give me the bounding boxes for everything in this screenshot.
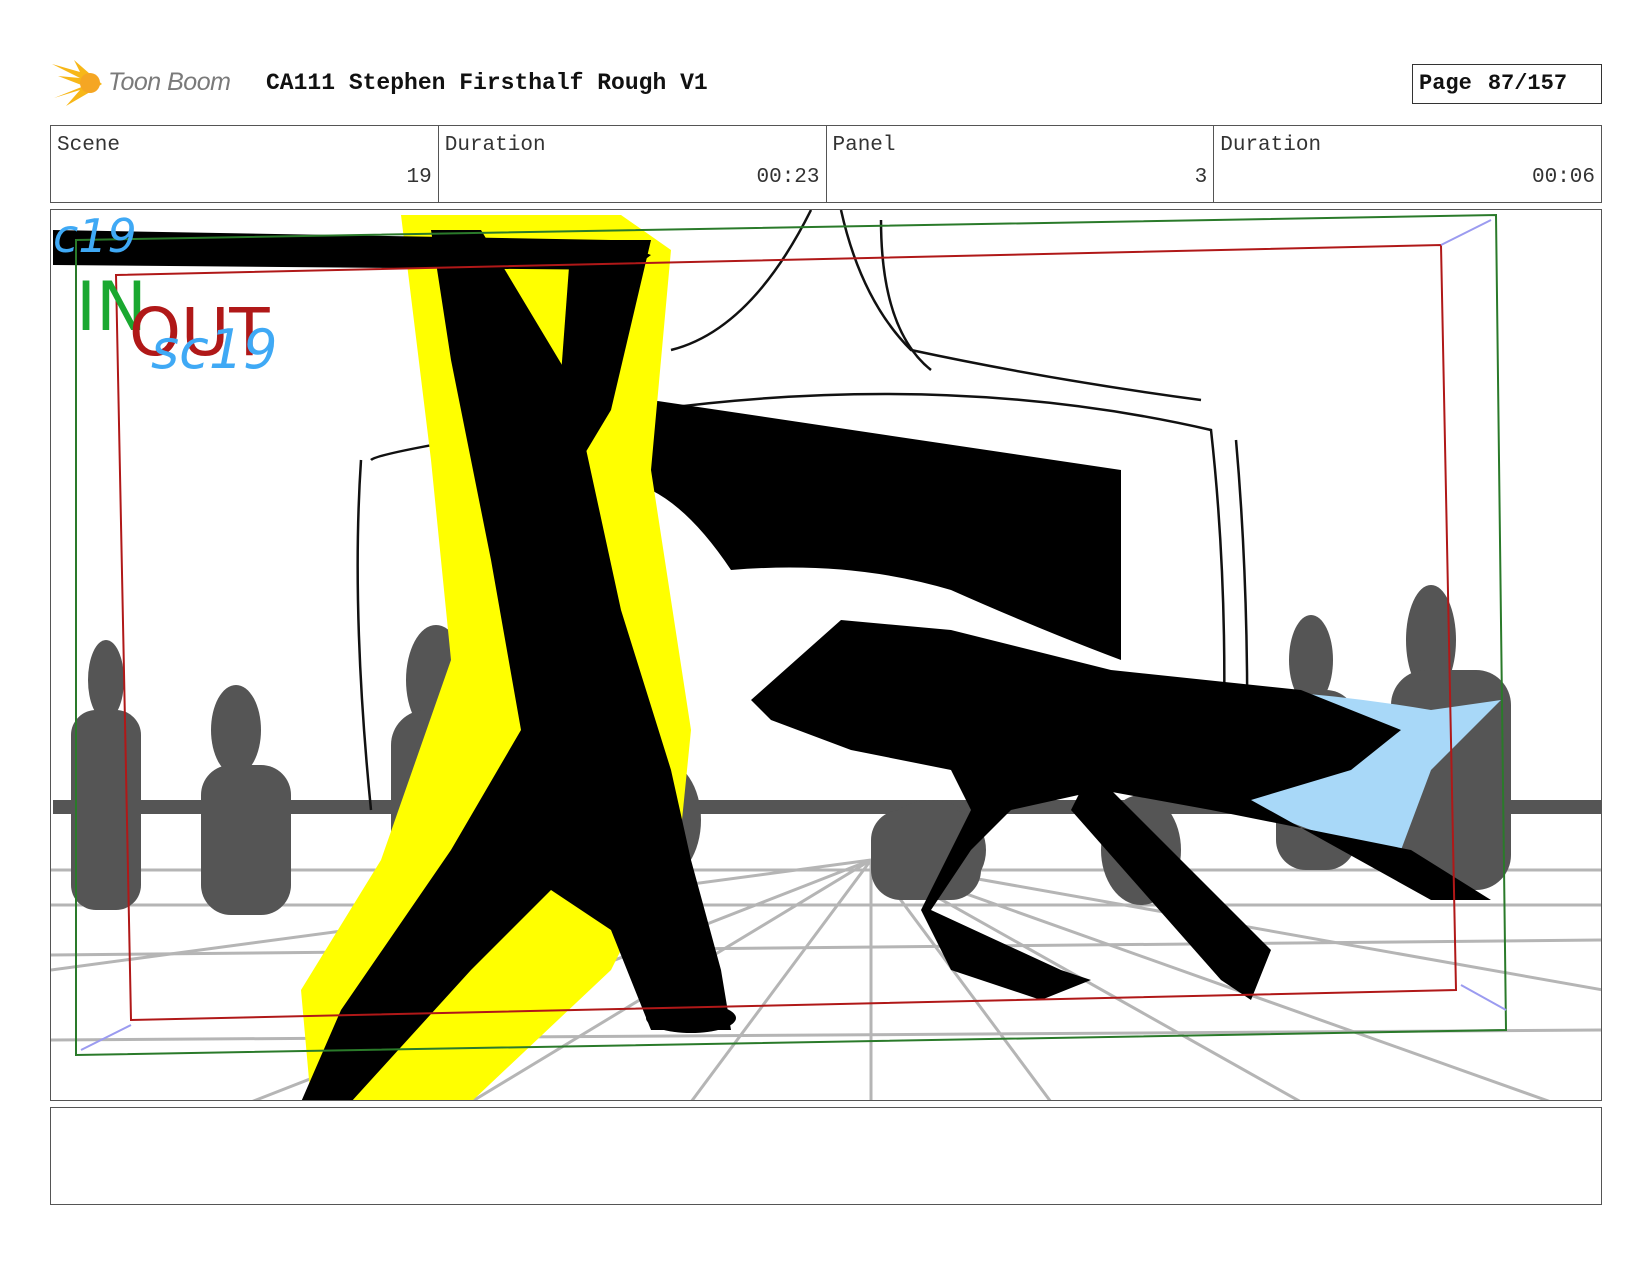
scene-duration-value: 00:23 [756,166,820,189]
scene-value: 19 [406,166,432,189]
panel-duration-value: 00:06 [1531,166,1595,189]
sub-mark-annotation: sc19 [151,318,278,381]
toon-boom-logo-icon [52,60,102,106]
dark-shape [651,400,1121,660]
scene-duration-label: Duration [444,134,546,157]
panel-drawing: c19 IN OUT sc19 [51,210,1601,1100]
page-value: 87/157 [1487,71,1568,96]
scene-mark-annotation: c19 [53,210,137,263]
page-counter: Page 87/157 [1412,64,1602,104]
corner-arrow-bl [80,1024,132,1051]
panel-label: Panel [832,134,896,157]
panel-duration-cell: Duration 00:06 [1214,126,1601,202]
scene-label: Scene [57,134,121,157]
toon-boom-wordmark: Toon Boom [108,68,231,96]
scene-duration-cell: Duration 00:23 [439,126,827,202]
outer-camera-frame [75,213,1508,1057]
panel-duration-label: Duration [1220,134,1322,157]
panel-notes [50,1107,1602,1205]
corner-arrow-tr [1440,219,1492,246]
document-title: CA111 Stephen Firsthalf Rough V1 [266,70,708,96]
storyboard-header: Toon Boom CA111 Stephen Firsthalf Rough … [50,56,1602,112]
scene-info-row: Scene 19 Duration 00:23 Panel 3 Duration… [50,125,1602,203]
scene-cell: Scene 19 [51,126,439,202]
panel-value: 3 [1194,166,1208,189]
corner-arrow-br [1460,984,1507,1011]
storyboard-panel-image: c19 IN OUT sc19 [50,209,1602,1101]
panel-cell: Panel 3 [827,126,1215,202]
page-label: Page [1419,71,1472,96]
toon-boom-logo: Toon Boom [50,58,250,108]
